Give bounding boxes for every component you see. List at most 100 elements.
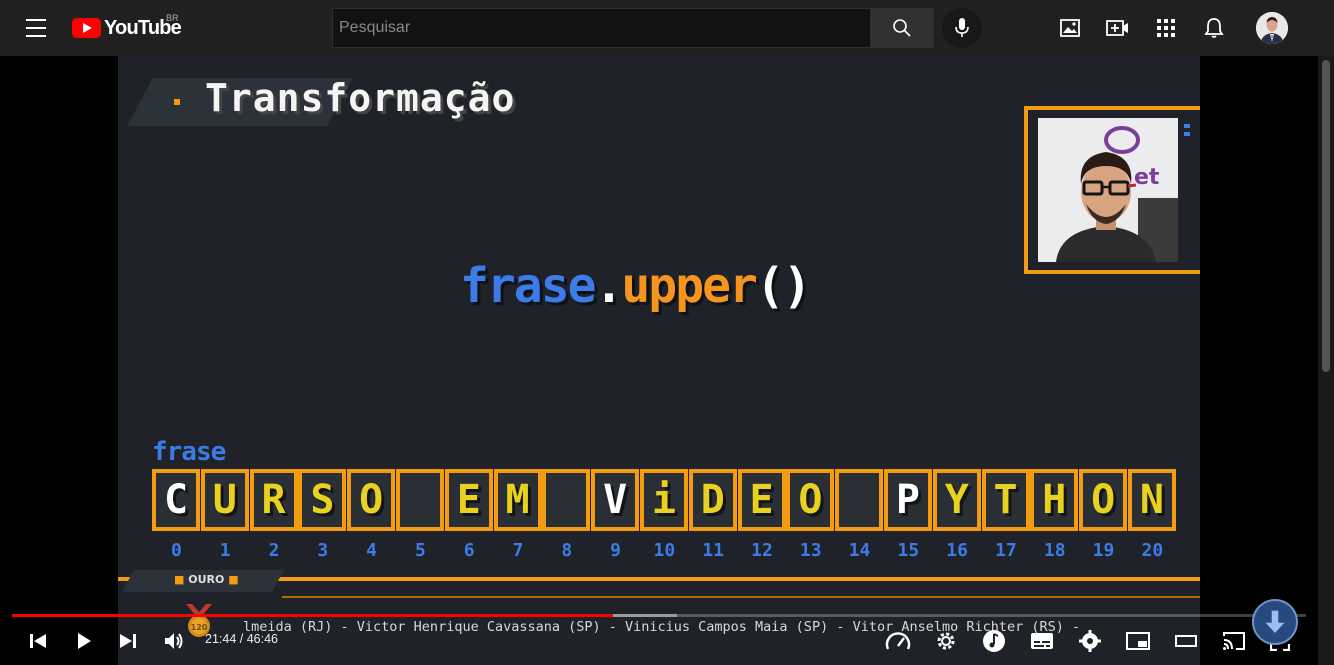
avatar[interactable] <box>1256 12 1288 44</box>
string-index: 3 <box>317 540 329 561</box>
miniplayer-button[interactable] <box>1120 626 1156 656</box>
cog-icon <box>937 632 955 650</box>
music-note-icon <box>983 630 1005 652</box>
string-cell: V <box>591 469 640 531</box>
string-cell: i <box>639 469 688 531</box>
string-index: 16 <box>946 540 968 561</box>
tier-badge: ■ OURO ■ <box>174 573 239 586</box>
string-index: 7 <box>512 540 524 561</box>
arrow-down-icon <box>1262 609 1288 636</box>
string-cell: O <box>1079 469 1128 531</box>
code-dot: . <box>594 258 624 314</box>
string-index: 1 <box>219 540 231 561</box>
string-index: 12 <box>751 540 773 561</box>
string-cell: T <box>981 469 1030 531</box>
string-cell: E <box>444 469 493 531</box>
video-frame: Transformação frase.upper() et frase C U… <box>118 56 1200 665</box>
divider-line <box>118 577 1200 581</box>
miniplayer-icon <box>1126 632 1150 650</box>
create-video-icon[interactable] <box>1106 16 1130 40</box>
settings-button[interactable] <box>1072 626 1108 656</box>
next-icon <box>120 634 136 648</box>
string-cell: M <box>493 469 542 531</box>
string-cell: Y <box>932 469 981 531</box>
subtitles-icon <box>1031 633 1053 649</box>
search-icon <box>893 19 911 37</box>
string-index: 6 <box>463 540 475 561</box>
youtube-play-logo-icon <box>72 18 101 38</box>
svg-text:et: et <box>1134 165 1160 190</box>
string-cell: U <box>200 469 249 531</box>
string-index: 20 <box>1141 540 1164 561</box>
notifications-icon[interactable] <box>1202 16 1226 40</box>
masthead: YouTube BR <box>0 0 1334 56</box>
string-cell: D <box>688 469 737 531</box>
scroll-down-button[interactable] <box>1252 599 1298 645</box>
search-input[interactable] <box>333 9 870 47</box>
code-parens: () <box>755 258 812 314</box>
next-button[interactable] <box>110 626 146 656</box>
page-scroll-thumb[interactable] <box>1322 60 1330 372</box>
string-index: 13 <box>799 540 822 561</box>
string-cell <box>395 469 444 531</box>
string-cell: O <box>347 469 396 531</box>
previous-button[interactable] <box>20 626 56 656</box>
apps-icon[interactable] <box>1154 16 1178 40</box>
time-current: 21:44 <box>205 632 237 646</box>
string-index: 17 <box>995 540 1017 561</box>
country-code: BR <box>166 13 179 23</box>
search-button[interactable] <box>870 8 934 48</box>
string-index: 0 <box>170 540 182 561</box>
string-cell: S <box>298 469 347 531</box>
string-index: 15 <box>897 540 920 561</box>
time-separator: / <box>236 632 247 646</box>
menu-icon[interactable] <box>20 16 52 40</box>
playback-speed-button[interactable] <box>880 626 916 656</box>
previous-icon <box>30 634 46 648</box>
string-cell: H <box>1030 469 1079 531</box>
title-bullet <box>174 99 180 105</box>
string-cell: N <box>1127 469 1176 531</box>
play-button[interactable] <box>66 626 102 656</box>
webcam-image: et <box>1038 118 1178 262</box>
time-display: 21:44 / 46:46 <box>205 632 278 646</box>
string-index: 9 <box>610 540 621 561</box>
voice-search-button[interactable] <box>942 8 982 48</box>
progress-played <box>12 614 614 617</box>
volume-button[interactable] <box>156 626 192 656</box>
time-total: 46:46 <box>246 632 278 646</box>
string-cell: C <box>152 469 200 531</box>
code-expression: frase.upper() <box>460 258 812 314</box>
string-cells: CURSO EM ViDEO PYTHON <box>152 469 1177 533</box>
youtube-logo[interactable]: YouTube <box>72 16 182 40</box>
webcam-decoration-icon <box>1184 124 1190 136</box>
gear-icon <box>1079 630 1101 652</box>
speedometer-icon <box>885 632 911 650</box>
string-index: 18 <box>1043 540 1066 561</box>
string-index: 11 <box>702 540 724 561</box>
string-index: 14 <box>848 540 871 561</box>
subtitles-button[interactable] <box>1024 626 1060 656</box>
cast-icon <box>1223 632 1245 650</box>
string-cell: R <box>249 469 298 531</box>
image-icon[interactable] <box>1058 16 1082 40</box>
code-variable: frase <box>460 258 596 314</box>
volume-icon <box>165 633 183 649</box>
medal-value: 120 <box>191 623 208 632</box>
cast-button[interactable] <box>1216 626 1252 656</box>
string-index: 5 <box>414 540 426 561</box>
tools-button[interactable] <box>928 626 964 656</box>
theater-mode-icon <box>1175 635 1197 647</box>
video-player[interactable]: Transformação frase.upper() et frase C U… <box>0 56 1318 665</box>
string-cell <box>542 469 591 531</box>
string-cell: P <box>883 469 932 531</box>
progress-bar[interactable] <box>12 614 1306 617</box>
string-cell: O <box>786 469 835 531</box>
music-button[interactable] <box>976 626 1012 656</box>
slide-title: Transformação <box>205 76 516 120</box>
string-cell: E <box>737 469 786 531</box>
theater-mode-button[interactable] <box>1168 626 1204 656</box>
string-index: 10 <box>653 540 676 561</box>
play-icon <box>78 633 91 649</box>
code-method: upper <box>621 258 757 314</box>
